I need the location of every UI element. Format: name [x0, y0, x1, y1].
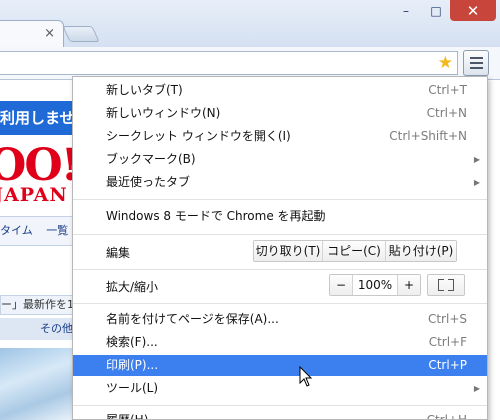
edit-label: 編集 — [106, 246, 131, 260]
fullscreen-icon — [448, 285, 454, 291]
menu-item-label: シークレット ウィンドウを開く(I) — [106, 129, 291, 143]
page-nav-item[interactable]: 一覧 — [46, 224, 68, 237]
window-controls: – □ ✕ — [390, 0, 496, 22]
menu-item-label: 印刷(P)... — [106, 358, 159, 372]
chrome-menu: 新しいタブ(T) Ctrl+T 新しいウィンドウ(N) Ctrl+N シークレッ… — [72, 76, 488, 420]
zoom-out-button[interactable]: − — [330, 275, 352, 295]
copy-button[interactable]: コピー(C) — [322, 241, 385, 261]
page-other-link[interactable]: その他 — [0, 318, 73, 340]
title-bar: – □ ✕ × — [0, 0, 500, 48]
submenu-arrow-icon: ▶ — [473, 384, 480, 393]
menu-item-label: 検索(F)... — [106, 335, 158, 349]
menu-item-shortcut: Ctrl+N — [426, 106, 467, 120]
menu-separator — [73, 405, 487, 406]
new-tab-button[interactable] — [62, 26, 100, 42]
menu-item-label: 新しいウィンドウ(N) — [106, 106, 221, 120]
paste-button[interactable]: 貼り付け(P) — [385, 241, 456, 261]
menu-bar-icon — [469, 67, 483, 69]
menu-item-shortcut: Ctrl+P — [428, 358, 467, 372]
menu-item-bookmarks[interactable]: ブックマーク(B) ▶ — [73, 149, 487, 170]
page-news-item[interactable]: ー」最新作を1 — [0, 295, 75, 315]
menu-item-new-window[interactable]: 新しいウィンドウ(N) Ctrl+N — [73, 103, 487, 124]
zoom-controls: − 100% + — [329, 274, 421, 296]
tab-close-icon[interactable]: × — [44, 26, 55, 41]
address-bar[interactable]: ★ — [0, 51, 458, 75]
menu-bar-icon — [469, 57, 483, 59]
mouse-cursor-icon — [299, 366, 313, 387]
menu-separator — [73, 269, 487, 270]
menu-item-label: ブックマーク(B) — [106, 152, 196, 166]
chrome-menu-button[interactable] — [463, 50, 489, 76]
menu-item-label: ツール(L) — [106, 381, 159, 395]
menu-edit-row: 編集 切り取り(T) コピー(C) 貼り付け(P) — [73, 239, 487, 265]
tab-active[interactable]: × — [0, 20, 64, 48]
page-logo[interactable]: OO! — [0, 144, 80, 188]
menu-item-shortcut: Ctrl+F — [428, 335, 467, 349]
menu-separator — [73, 303, 487, 304]
menu-item-incognito[interactable]: シークレット ウィンドウを開く(I) Ctrl+Shift+N — [73, 126, 487, 147]
menu-item-tools[interactable]: ツール(L) ▶ — [73, 378, 487, 399]
menu-item-label: 新しいタブ(T) — [106, 83, 183, 97]
menu-item-label: 最近使ったタブ — [106, 175, 191, 189]
menu-bar-icon — [469, 62, 483, 64]
menu-separator — [73, 234, 487, 235]
menu-item-label: 名前を付けてページを保存(A)... — [106, 312, 279, 326]
menu-item-shortcut: Ctrl+Shift+N — [389, 129, 467, 143]
menu-item-relaunch-windows8[interactable]: Windows 8 モードで Chrome を再起動 — [73, 206, 487, 227]
zoom-label: 拡大/縮小 — [106, 280, 159, 294]
zoom-level: 100% — [352, 275, 397, 295]
menu-item-history[interactable]: 履歴(H) Ctrl+H — [73, 410, 487, 420]
submenu-arrow-icon: ▶ — [473, 155, 480, 164]
menu-item-shortcut: Ctrl+S — [427, 312, 467, 326]
page-nav-item[interactable]: タイム — [0, 224, 33, 237]
menu-separator — [73, 199, 487, 200]
page-banner: 利用しませ — [0, 101, 73, 135]
page-logo-japan: JAPAN — [0, 184, 68, 206]
page-photo — [0, 348, 73, 420]
menu-item-new-tab[interactable]: 新しいタブ(T) Ctrl+T — [73, 80, 487, 101]
close-window-button[interactable]: ✕ — [450, 0, 496, 21]
maximize-button[interactable]: □ — [422, 0, 450, 21]
menu-item-print[interactable]: 印刷(P)... Ctrl+P — [73, 355, 487, 376]
page-nav: タイム 一覧 — [0, 216, 73, 246]
menu-item-shortcut: Ctrl+H — [426, 413, 467, 420]
fullscreen-button[interactable] — [427, 274, 465, 296]
menu-item-save-page[interactable]: 名前を付けてページを保存(A)... Ctrl+S — [73, 309, 487, 330]
edit-buttons: 切り取り(T) コピー(C) 貼り付け(P) — [253, 240, 457, 262]
menu-item-shortcut: Ctrl+T — [428, 83, 467, 97]
minimize-button[interactable]: – — [390, 0, 422, 21]
menu-item-recent-tabs[interactable]: 最近使ったタブ ▶ — [73, 172, 487, 193]
menu-zoom-row: 拡大/縮小 − 100% + — [73, 273, 487, 299]
menu-item-label: Windows 8 モードで Chrome を再起動 — [106, 209, 326, 223]
menu-item-find[interactable]: 検索(F)... Ctrl+F — [73, 332, 487, 353]
menu-item-label: 履歴(H) — [106, 413, 149, 420]
fullscreen-icon — [438, 285, 444, 291]
zoom-in-button[interactable]: + — [397, 275, 420, 295]
submenu-arrow-icon: ▶ — [473, 178, 480, 187]
cut-button[interactable]: 切り取り(T) — [254, 241, 322, 261]
bookmark-star-icon[interactable]: ★ — [438, 53, 453, 73]
